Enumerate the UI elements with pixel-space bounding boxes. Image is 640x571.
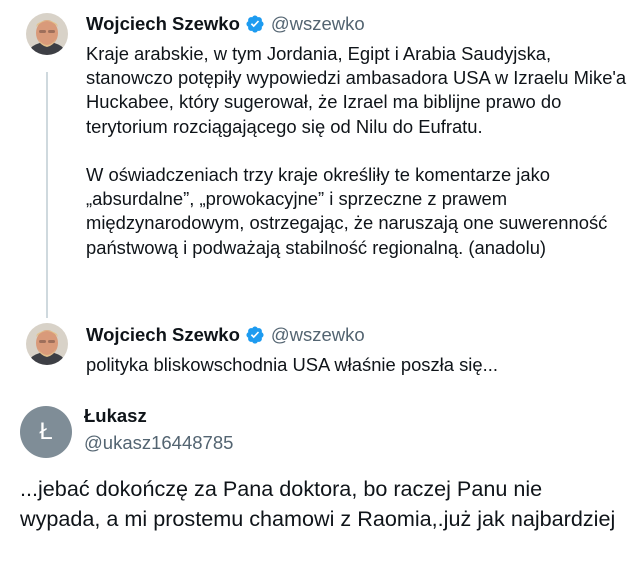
reply-author-name[interactable]: Łukasz (84, 405, 147, 427)
author-handle[interactable]: @wszewko (271, 13, 365, 35)
author-avatar[interactable] (26, 323, 68, 365)
tweet-header: Wojciech Szewko @wszewko (86, 324, 365, 346)
reply-text: ...jebać dokończę za Pana doktora, bo ra… (20, 476, 616, 531)
author-name[interactable]: Wojciech Szewko (86, 324, 240, 346)
author-name[interactable]: Wojciech Szewko (86, 13, 240, 35)
tweet-header: Wojciech Szewko @wszewko (86, 13, 365, 35)
author-avatar[interactable] (26, 13, 68, 55)
reply-author-handle[interactable]: @ukasz16448785 (84, 432, 233, 454)
verified-badge-icon (245, 14, 265, 34)
tweet-text: polityka bliskowschodnia USA właśnie pos… (86, 353, 634, 377)
verified-badge-icon (245, 325, 265, 345)
author-handle[interactable]: @wszewko (271, 324, 365, 346)
thread-connector-line (46, 72, 48, 318)
tweet-paragraph: Kraje arabskie, w tym Jordania, Egipt i … (86, 43, 627, 137)
avatar-letter: Ł (39, 418, 53, 445)
tweet-paragraph: polityka bliskowschodnia USA właśnie pos… (86, 354, 498, 375)
tweet-paragraph: W oświadczeniach trzy kraje określiły te… (86, 164, 608, 258)
tweet-text: Kraje arabskie, w tym Jordania, Egipt i … (86, 42, 634, 260)
reply-avatar[interactable]: Ł (20, 406, 72, 458)
